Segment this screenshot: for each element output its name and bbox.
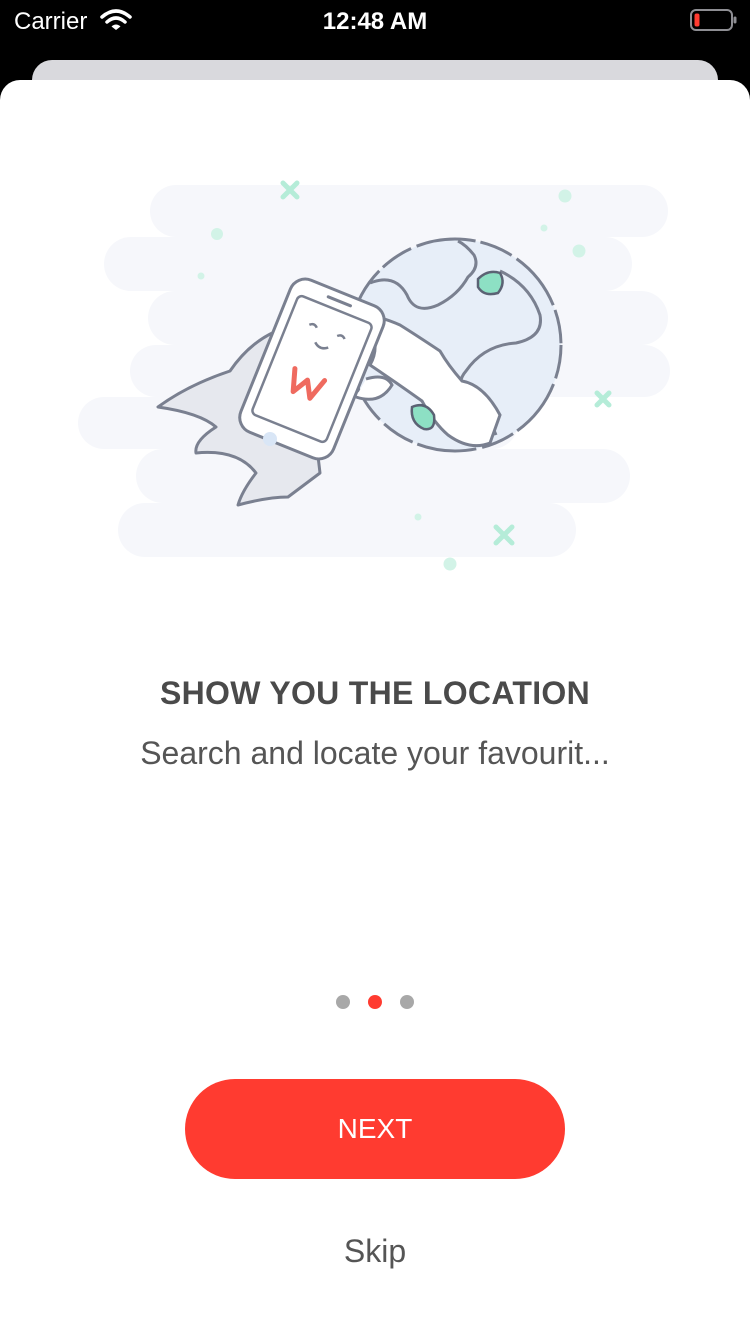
page-dot [336,995,350,1009]
onboarding-subtitle: Search and locate your favourit... [140,735,610,771]
skip-button[interactable]: Skip [0,1233,750,1270]
onboarding-title: SHOW YOU THE LOCATION [159,675,590,711]
onboarding-sheet: SHOW YOU THE LOCATION Search and locate … [0,80,750,1334]
page-dot [400,995,414,1009]
next-button[interactable]: NEXT [185,1079,565,1179]
status-time: 12:48 AM [322,8,428,35]
page-indicator [0,995,750,1009]
battery-low-icon [690,8,738,37]
status-bar: Carrier 12:48 AM [0,0,750,60]
rocket-phone-globe-illustration [70,175,680,575]
page-dot-active [368,995,382,1009]
